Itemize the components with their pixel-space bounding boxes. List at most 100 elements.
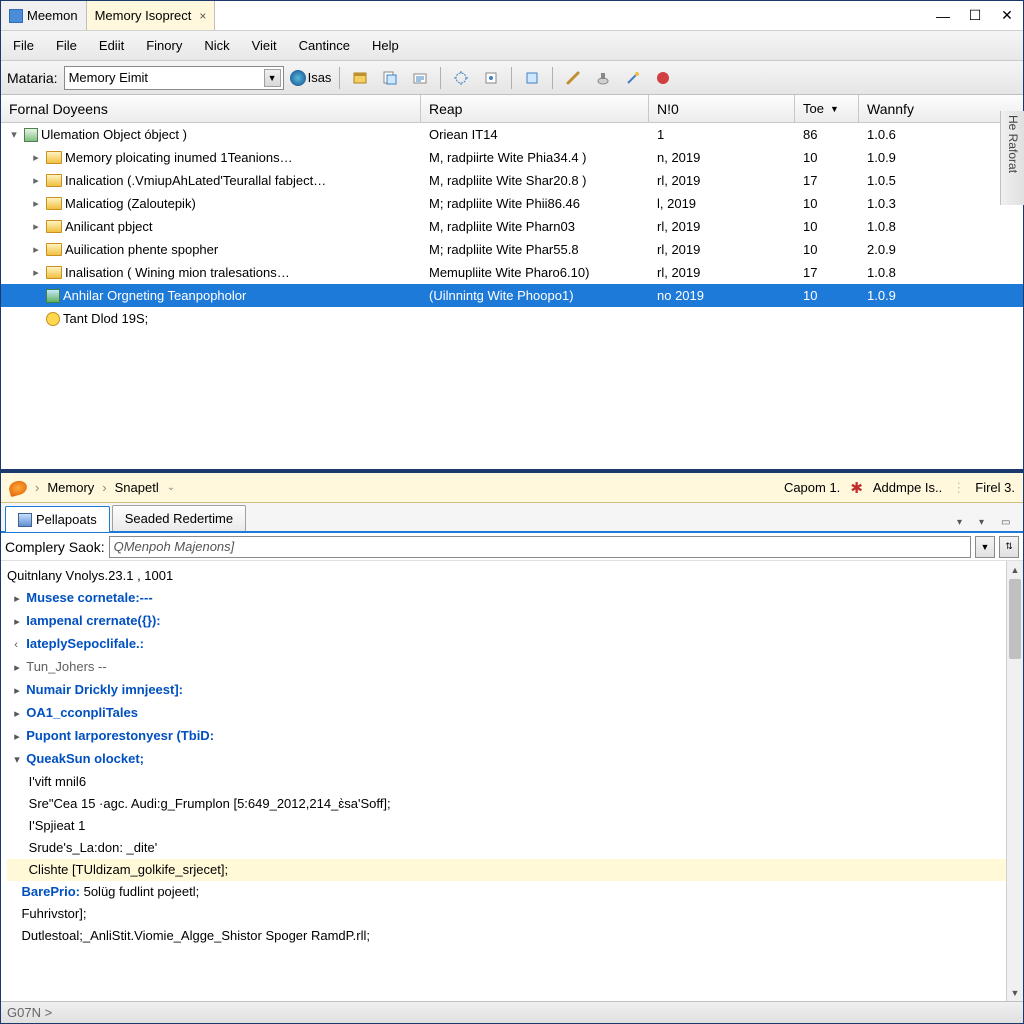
scroll-thumb[interactable] — [1009, 579, 1021, 659]
cell-toe: 10 — [795, 288, 859, 303]
toolbar-isas[interactable]: Isas — [290, 70, 332, 86]
breadcrumb-bar: › Memory › Snapetl ⌄ Capom 1. ✱ Addmpe I… — [1, 473, 1023, 503]
title-tab-1[interactable]: Meemon — [1, 1, 87, 30]
tree-row[interactable]: ▸Inalisation ( Wining mion tralesations…… — [1, 261, 1023, 284]
search-toggle-button[interactable]: ⇅ — [999, 536, 1019, 558]
toolbar-btn-4[interactable] — [449, 66, 473, 90]
scroll-up-icon[interactable]: ▲ — [1007, 561, 1023, 578]
code-line: Fuhrivstor]; — [7, 903, 1017, 925]
title-tab-2[interactable]: Memory Isoprect × — [87, 1, 216, 30]
tree-row[interactable]: Tant Dlod 19S; — [1, 307, 1023, 330]
breadcrumb-sep: › — [102, 480, 106, 495]
minimize-button[interactable]: — — [927, 3, 959, 29]
tree-twisty-icon[interactable]: ▸ — [29, 220, 43, 233]
tree-row[interactable]: Anhilar Orgneting Teanpopholor(Uilnnintg… — [1, 284, 1023, 307]
code-line: ▸Tun_Johers -- — [7, 656, 1017, 679]
breadcrumb-addmpe[interactable]: Addmpe Is.. — [873, 480, 942, 495]
tree-twisty-icon[interactable]: ▸ — [29, 266, 43, 279]
separator — [339, 67, 340, 89]
tree-row[interactable]: ▾Ulemation Object óbject )Oriean IT14186… — [1, 123, 1023, 146]
breadcrumb-firel[interactable]: Firel 3. — [975, 480, 1015, 495]
chevron-down-icon[interactable]: ⌄ — [167, 482, 175, 493]
tree-twisty-icon[interactable]: ▸ — [29, 174, 43, 187]
toolbar-btn-5[interactable] — [479, 66, 503, 90]
toolbar-combo-value: Memory Eimit — [69, 70, 148, 85]
folder-icon — [46, 151, 62, 164]
tree-row[interactable]: ▸Auilication phente spopherM; radpliite … — [1, 238, 1023, 261]
separator — [552, 67, 553, 89]
menu-edit[interactable]: Ediit — [95, 36, 128, 55]
menu-finory[interactable]: Finory — [142, 36, 186, 55]
panel-icon[interactable]: ▭ — [1001, 517, 1015, 531]
code-output[interactable]: Quitnlany Vnolys.23.1 , 1001 ▸Musese cor… — [1, 561, 1023, 1001]
tree-row[interactable]: ▸Memory ploicating inumed 1Teanions…M, r… — [1, 146, 1023, 169]
maximize-button[interactable]: ☐ — [959, 3, 991, 29]
tree-row[interactable]: ▸Anilicant pbjectM, radpliite Wite Pharn… — [1, 215, 1023, 238]
cell-n: no 2019 — [649, 288, 795, 303]
col-header-name[interactable]: Fornal Doyeens — [1, 95, 421, 122]
tree-view[interactable]: ▾Ulemation Object óbject )Oriean IT14186… — [1, 123, 1023, 473]
tab-close-icon[interactable]: × — [199, 9, 206, 23]
breadcrumb-root[interactable]: Memory — [47, 480, 94, 495]
toolbar-combo[interactable]: Memory Eimit ▼ — [64, 66, 284, 90]
col-header-toe[interactable]: Toe▼ — [795, 95, 859, 122]
menu-view[interactable]: Vieit — [248, 36, 281, 55]
subtab-seaded[interactable]: Seaded Redertime — [112, 505, 246, 531]
snapshot-icon — [7, 478, 28, 496]
cell-toe: 17 — [795, 173, 859, 188]
separator — [511, 67, 512, 89]
cell-n: rl, 2019 — [649, 219, 795, 234]
tree-twisty-icon[interactable]: ▾ — [7, 128, 21, 141]
col-header-n[interactable]: N!0 — [649, 95, 795, 122]
tree-twisty-icon[interactable]: ▸ — [29, 151, 43, 164]
toolbar-btn-7[interactable] — [561, 66, 585, 90]
tree-twisty-icon[interactable]: ▸ — [29, 197, 43, 210]
sort-desc-icon: ▼ — [830, 104, 839, 114]
title-tab-2-label: Memory Isoprect — [95, 8, 192, 23]
search-label: Complery Saok: — [5, 539, 105, 555]
breadcrumb-capom: Capom 1. — [784, 480, 840, 495]
toolbar-btn-10[interactable] — [651, 66, 675, 90]
cell-n: rl, 2019 — [649, 173, 795, 188]
code-line: ▾QueakSun olocket; — [7, 748, 1017, 771]
toolbar-btn-9[interactable] — [621, 66, 645, 90]
subtab-pellapoats[interactable]: Pellapoats — [5, 506, 110, 532]
tree-row[interactable]: ▸ Inalication (.VmiupAhLated'Teurallal fa… — [1, 169, 1023, 192]
breadcrumb-leaf[interactable]: Snapetl — [115, 480, 159, 495]
col-header-reap[interactable]: Reap — [421, 95, 649, 122]
separator — [440, 67, 441, 89]
package-icon — [24, 128, 38, 142]
chevron-down-icon[interactable]: ▼ — [264, 69, 281, 87]
menu-dropdown-icon[interactable]: ▾ — [979, 517, 993, 531]
cell-wannfy: 1.0.9 — [859, 150, 1023, 165]
code-line: Clishte [TUldizam_golkife_srjecet]; — [7, 859, 1017, 881]
tree-row[interactable]: ▸Malicatiog (Zaloutepik)M; radpliite Wit… — [1, 192, 1023, 215]
right-sidebar-tab[interactable]: He Raforat — [1000, 111, 1024, 205]
toolbar-btn-2[interactable] — [378, 66, 402, 90]
toolbar-btn-6[interactable] — [520, 66, 544, 90]
cell-toe: 86 — [795, 127, 859, 142]
title-tab-1-label: Meemon — [27, 8, 78, 23]
toolbar-btn-3[interactable] — [408, 66, 432, 90]
menu-dropdown-icon[interactable]: ▾ — [957, 517, 971, 531]
scrollbar-vertical[interactable]: ▲ ▼ — [1006, 561, 1023, 1001]
close-button[interactable]: ✕ — [991, 3, 1023, 29]
search-dropdown-button[interactable]: ▼ — [975, 536, 995, 558]
menu-cantince[interactable]: Cantince — [295, 36, 354, 55]
subtab-pellapoats-label: Pellapoats — [36, 512, 97, 527]
toolbar-label: Mataria: — [7, 70, 58, 86]
scroll-down-icon[interactable]: ▼ — [1007, 984, 1023, 1001]
menu-help[interactable]: Help — [368, 36, 403, 55]
toolbar-btn-8[interactable] — [591, 66, 615, 90]
cell-n: l, 2019 — [649, 196, 795, 211]
menu-nick[interactable]: Nick — [200, 36, 233, 55]
col-header-wannfy[interactable]: Wannfy — [859, 95, 1023, 122]
toolbar-btn-1[interactable] — [348, 66, 372, 90]
subtab-seaded-label: Seaded Redertime — [125, 511, 233, 526]
search-input[interactable] — [109, 536, 971, 558]
tree-twisty-icon[interactable]: ▸ — [29, 243, 43, 256]
menu-file-1[interactable]: File — [9, 36, 38, 55]
tree-row-label: Inalication (.VmiupAhLated'Teurallal fab… — [65, 173, 326, 188]
menu-file-2[interactable]: File — [52, 36, 81, 55]
bug-icon[interactable]: ✱ — [850, 479, 863, 497]
